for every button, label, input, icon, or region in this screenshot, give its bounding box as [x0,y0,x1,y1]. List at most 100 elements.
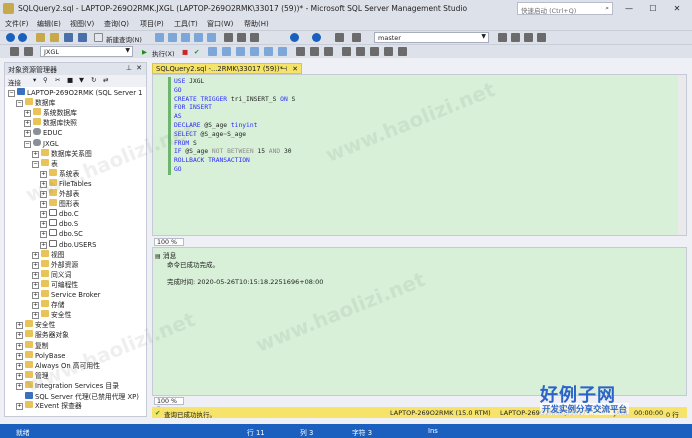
tree-node[interactable]: + PolyBase [16,350,65,361]
pin-icon[interactable]: ⊥ [126,64,132,72]
expand-icon[interactable]: + [16,342,23,350]
connect-icon[interactable] [10,47,19,56]
expand-icon[interactable]: + [40,170,47,178]
tree-node[interactable]: + 视图 [32,249,65,260]
expand-icon[interactable]: + [16,322,23,330]
tree-node[interactable]: + 存储 [32,300,65,310]
close-icon[interactable]: ✕ [136,64,142,72]
filter-icon[interactable]: ▼ [79,76,84,84]
tree-node[interactable]: + EDUC [24,128,62,138]
expand-icon[interactable]: + [32,312,39,320]
client-stats-icon[interactable] [278,47,287,56]
collapse-icon[interactable]: − [32,160,39,168]
disconnect-icon[interactable]: ✂ [55,76,60,84]
expand-icon[interactable]: + [24,130,31,138]
properties-icon[interactable] [352,33,361,42]
redo-icon[interactable] [312,33,321,42]
expand-icon[interactable]: + [16,403,23,411]
intellisense-icon[interactable] [236,47,245,56]
connect-button[interactable]: 连接 [8,79,21,87]
expand-icon[interactable]: + [32,271,39,279]
tree-node[interactable]: + 外部表 [40,189,79,199]
comment-icon[interactable] [342,47,351,56]
connect-dropdown-icon[interactable]: ▾ [33,76,36,84]
activity-monitor-icon[interactable] [498,33,507,42]
expand-icon[interactable]: + [32,281,39,289]
expand-icon[interactable]: + [40,180,47,188]
search-icon[interactable]: ⌕ [605,4,609,13]
expand-icon[interactable]: + [32,251,39,259]
tree-node[interactable]: + 图形表 [40,199,79,209]
undo-icon[interactable] [290,33,299,42]
dmx-query-icon[interactable] [181,33,190,42]
tree-node[interactable]: + 安全性 [32,310,71,320]
save-icon[interactable] [64,33,73,42]
execute-button[interactable]: 执行(X) [152,48,175,58]
tree-node[interactable]: + Integration Services 目录 [16,380,119,391]
tree-node[interactable]: + 安全性 [16,320,55,330]
decrease-indent-icon[interactable] [370,47,379,56]
layout-icon[interactable] [537,33,546,42]
expand-icon[interactable]: + [40,211,47,219]
editor-scrollbar[interactable] [678,75,686,235]
results-to-file-icon[interactable] [324,47,333,56]
cut-icon[interactable] [224,33,233,42]
live-stats-icon[interactable] [264,47,273,56]
expand-icon[interactable]: + [40,231,47,239]
results-zoom-dropdown[interactable]: 100 % ▾ [154,397,184,412]
expand-icon[interactable]: + [16,372,23,380]
tree-node[interactable]: + 系统数据库 [24,108,77,118]
expand-icon[interactable]: + [24,120,31,128]
tree-node[interactable]: + 复制 [16,340,49,351]
messages-tab[interactable]: ▤ 消息 [155,250,176,260]
expand-icon[interactable]: + [16,332,23,340]
save-all-icon[interactable] [78,33,87,42]
change-connection-icon[interactable] [24,47,33,56]
tree-node[interactable]: + XEvent 探查器 [16,401,82,411]
close-tab-icon[interactable]: ✕ [292,65,298,73]
tree-node[interactable]: − 表 [32,158,58,169]
tree-node[interactable]: + dbo.SC [40,229,83,239]
open-file-icon[interactable] [50,33,59,42]
expand-icon[interactable]: + [40,241,47,249]
stop-icon[interactable]: ■ [67,76,73,84]
execute-icon[interactable]: ▶ [142,48,147,56]
minimize-button[interactable]: — [620,2,638,15]
refresh-icon[interactable]: ↻ [91,76,96,84]
menu-window[interactable]: 窗口(W) [207,19,233,29]
back-icon[interactable] [6,33,15,42]
tree-node[interactable]: + dbo.S [40,219,78,229]
expand-icon[interactable]: + [32,302,39,310]
expand-icon[interactable]: + [24,110,31,118]
tree-node[interactable]: − LAPTOP-269O2RMK (SQL Server 1 [8,88,142,98]
activity-icon[interactable]: ⇄ [103,76,108,84]
paste-icon[interactable] [250,33,259,42]
expand-icon[interactable]: + [32,150,39,158]
expand-icon[interactable]: + [16,352,23,360]
parse-icon[interactable]: ✔ [194,48,199,56]
uncomment-icon[interactable] [356,47,365,56]
forward-icon[interactable] [18,33,27,42]
tree-node[interactable]: − 数据库 [16,98,55,108]
include-plan-icon[interactable] [250,47,259,56]
close-button[interactable]: ✕ [668,2,686,15]
tree-node[interactable]: + 数据库快照 [24,118,77,128]
tree-node[interactable]: SQL Server 代理(已禁用代理 XP) [16,391,139,401]
available-databases-dropdown[interactable]: JXGL ▼ [40,46,133,57]
db-engine-query-icon[interactable] [155,33,164,42]
database-dropdown[interactable]: master ▼ [374,32,489,43]
toolbox-icon[interactable] [524,33,533,42]
maximize-button[interactable]: ☐ [644,2,662,15]
display-plan-icon[interactable] [208,47,217,56]
new-query-button[interactable]: 新建查询(N) [106,34,142,44]
expand-icon[interactable]: + [40,201,47,209]
tree-node[interactable]: + Always On 高可用性 [16,360,100,371]
expand-icon[interactable]: + [16,382,23,390]
tree-node[interactable]: + 同义词 [32,269,71,280]
tab-sqlquery2[interactable]: SQLQuery2.sql -...2RMK\33017 (59))* ⊣ ✕ [152,63,302,74]
pin-icon[interactable]: ⊣ [281,65,287,73]
menu-view[interactable]: 视图(V) [70,19,94,29]
editor-zoom-dropdown[interactable]: 100 % ▾ [154,238,184,253]
tree-node[interactable]: + 管理 [16,370,49,381]
collapse-icon[interactable]: − [8,90,15,97]
